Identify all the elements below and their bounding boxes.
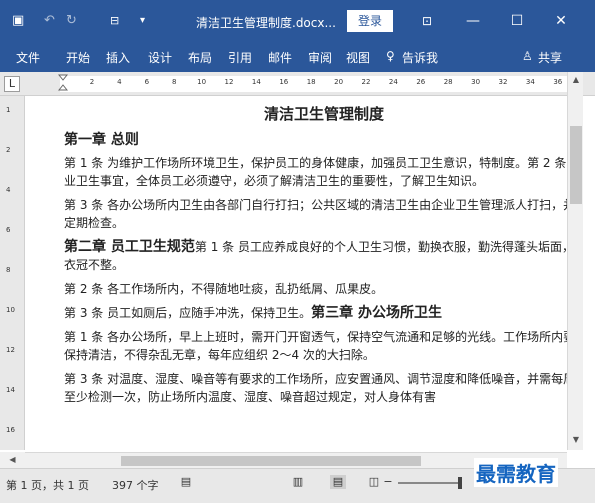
print-layout-icon[interactable]: ▤ [330,475,346,489]
tab-insert[interactable]: 插入 [106,49,130,66]
paragraph: 第 3 条 对温度、湿度、噪音等有要求的工作场所，应安置通风、调节湿度和降低噪音… [64,372,567,404]
scroll-left-icon[interactable]: ◀ [0,452,25,468]
ruler-tick-label: 12 [6,346,15,354]
minimize-icon[interactable]: — [460,10,486,32]
ruler-tick-label: 12 [224,78,234,86]
ruler-tick-label: 8 [6,266,11,274]
ruler-tick-label: 14 [6,386,15,394]
ruler-tick-label: 30 [471,78,481,86]
ruler-tick-label: 18 [306,78,316,86]
share-button[interactable]: 共享 [538,49,562,66]
zoom-slider[interactable] [398,482,462,484]
tab-layout[interactable]: 布局 [188,49,212,66]
tab-mailings[interactable]: 邮件 [268,49,292,66]
ruler-tick-label: 2 [89,78,95,86]
paragraph: 第二章 员工卫生规范第 1 条 员工应养成良好的个人卫生习惯，勤换衣服，勤洗得蓬… [64,238,567,274]
tell-me-button[interactable]: 告诉我 [402,49,438,66]
tab-design[interactable]: 设计 [148,49,172,66]
indent-marker-icon[interactable] [58,74,68,92]
document-page[interactable]: 清洁卫生管理制度 第一章 总则 第 1 条 为维护工作场所环境卫生，保护员工的身… [25,96,567,450]
redo-icon[interactable]: ↻ [66,13,77,29]
word-count[interactable]: 397 个字 [112,477,159,493]
read-mode-icon[interactable]: ▥ [290,475,306,489]
ruler-tick-label: 16 [279,78,289,86]
customize-quick-access-icon[interactable]: ▾ [140,13,145,29]
ruler-tick-label: 24 [388,78,398,86]
title-bar: ▣ ↶ ↻ ⊟ ▾ 清洁卫生管理制度.docx... 登录 ⊡ — ☐ ✕ [0,0,595,42]
login-button[interactable]: 登录 [347,10,393,32]
chapter-heading: 第一章 总则 [64,132,139,148]
chapter-heading: 第二章 员工卫生规范 [64,239,195,255]
maximize-icon[interactable]: ☐ [504,10,530,32]
paragraph-text: 第 3 条 员工如厕后，应随手冲洗，保持卫生。 [64,306,312,320]
tab-view[interactable]: 视图 [346,49,370,66]
ruler-tick-label: 1 [6,106,11,114]
ruler-tick-label: 28 [443,78,453,86]
tab-home[interactable]: 开始 [66,49,90,66]
document-heading: 清洁卫生管理制度 [263,105,384,123]
document-title: 清洁卫生管理制度.docx... [196,16,336,30]
tab-references[interactable]: 引用 [228,49,252,66]
save-icon[interactable]: ▣ [12,13,24,29]
ribbon-display-options-icon[interactable]: ⊡ [414,10,440,32]
paragraph: 第 1 条 各办公场所，早上上班时，需开门开窗透气，保持空气流通和足够的光线。工… [64,330,567,362]
zoom-out-icon[interactable]: − [380,475,396,489]
ruler-tick-label: 6 [6,226,11,234]
scroll-down-icon[interactable]: ▼ [570,434,582,446]
chapter-heading: 第三章 办公场所卫生 [311,305,442,321]
ruler-tick-label: 6 [144,78,150,86]
ruler-tick-label: 20 [334,78,344,86]
paragraph: 第 1 条 为维护工作场所环境卫生，保护员工的身体健康，加强员工卫生意识，特制度… [64,156,567,188]
vertical-ruler[interactable]: 1 2 4 6 8 10 12 14 16 [0,96,25,450]
lightbulb-icon: ♀ [386,49,395,63]
ruler-tick-label: 10 [6,306,15,314]
paragraph: 第 3 条 各办公场所内卫生由各部门自行打扫；公共区域的清洁卫生由企业卫生管理派… [64,198,567,230]
ruler-tick-label: 26 [416,78,426,86]
tab-file[interactable]: 文件 [16,49,40,66]
ribbon-tabs: 文件 开始 插入 设计 布局 引用 邮件 审阅 视图 ♀ 告诉我 ♙ 共享 [0,42,595,72]
paragraph: 第 2 条 各工作场所内，不得随地吐痰，乱扔纸屑、瓜果皮。 [64,282,384,296]
tab-review[interactable]: 审阅 [308,49,332,66]
scrollbar-thumb[interactable] [570,126,582,204]
ruler-tick-label: 34 [525,78,535,86]
ruler-tick-label: 14 [251,78,261,86]
vertical-scrollbar[interactable]: ▲ ▼ [567,72,583,450]
zoom-slider-knob[interactable] [458,477,462,489]
scrollbar-thumb[interactable] [121,456,421,466]
ruler-tick-label: 10 [197,78,207,86]
ruler-tick-label: 4 [6,186,11,194]
page-info[interactable]: 第 1 页，共 1 页 [6,477,89,493]
ruler-tick-label: 22 [361,78,371,86]
ruler-tick-label: 4 [117,78,122,86]
ruler-tick-label: 2 [6,146,11,154]
ruler-tick-label: 32 [498,78,508,86]
touch-mode-icon[interactable]: ⊟ [110,13,119,29]
proofing-icon[interactable]: ▤ [178,475,194,489]
horizontal-ruler[interactable]: 2 4 6 8 10 12 14 16 18 20 22 24 26 28 30 32 34 36 [60,76,568,92]
ruler-tick-label: 16 [6,426,15,434]
horizontal-ruler-row: L 2 4 6 8 10 12 14 16 18 20 22 24 26 28 30 32 34 36 [0,72,595,96]
undo-icon[interactable]: ↶ [44,13,55,29]
close-icon[interactable]: ✕ [548,10,574,32]
ruler-tick-label: 8 [171,78,177,86]
tab-selector[interactable]: L [4,76,20,92]
scroll-up-icon[interactable]: ▲ [570,74,582,86]
paragraph: 第 3 条 员工如厕后，应随手冲洗，保持卫生。第三章 办公场所卫生 [64,304,567,322]
user-icon: ♙ [522,49,533,63]
ruler-tick-label: 36 [553,78,563,86]
watermark: 最需教育 [474,458,558,487]
